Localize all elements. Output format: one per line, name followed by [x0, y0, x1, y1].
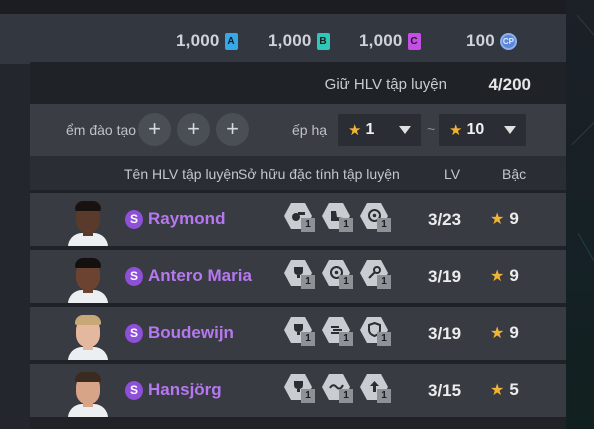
coach-grade: ★ 9 — [490, 323, 519, 343]
coach-row[interactable]: S Boudewijn 1 1 1 3/19 ★ 9 — [30, 307, 566, 360]
trait-icon[interactable]: 1 — [322, 374, 354, 404]
trait-count: 1 — [339, 275, 353, 289]
coach-name: Hansjörg — [148, 380, 222, 399]
table-header: Tên HLV tập luyện Sở hữu đặc tính tập lu… — [30, 156, 566, 190]
tier-badge: S — [125, 381, 143, 400]
currency-b-icon: B — [316, 32, 330, 50]
chevron-down-icon — [504, 126, 516, 134]
coach-row[interactable]: S Hansjörg 1 1 1 3/15 ★ 5 — [30, 364, 566, 417]
filter-bar: ểm đào tạo + + + ếp hạ ★ 1 ~ ★ 10 — [30, 104, 566, 156]
coach-grade-value: 9 — [509, 209, 519, 228]
trait-count: 1 — [301, 389, 315, 403]
tier-badge: S — [125, 324, 143, 343]
star-icon: ★ — [490, 382, 505, 399]
trait-count: 1 — [339, 332, 353, 346]
star-icon: ★ — [490, 211, 505, 228]
star-icon: ★ — [490, 325, 505, 342]
range-separator: ~ — [427, 121, 436, 137]
currency-a-amount: 1,000 — [176, 31, 220, 50]
currency-a: 1,000 A — [176, 31, 238, 51]
trait-icon[interactable]: 1 — [322, 317, 354, 347]
trait-count: 1 — [301, 275, 315, 289]
coach-name: Boudewijn — [148, 323, 234, 342]
trait-count: 1 — [339, 389, 353, 403]
coach-row[interactable]: S Raymond 1 1 1 3/23 ★ 9 — [30, 193, 566, 246]
tier-badge: S — [125, 267, 143, 286]
trait-count: 1 — [377, 389, 391, 403]
coach-avatar — [68, 311, 108, 360]
trait-list: 1 1 1 — [284, 374, 392, 404]
coach-grade-value: 9 — [509, 266, 519, 285]
currency-cp-amount: 100 — [466, 31, 495, 50]
currency-b-amount: 1,000 — [268, 31, 312, 50]
col-header-name: Tên HLV tập luyện — [124, 166, 239, 182]
rank-max-dropdown[interactable]: ★ 10 — [439, 114, 526, 146]
trait-icon[interactable]: 1 — [284, 374, 316, 404]
coach-row[interactable]: S Antero Maria 1 1 1 3/19 ★ 9 — [30, 250, 566, 303]
coach-grade: ★ 9 — [490, 266, 519, 286]
trait-icon[interactable]: 1 — [284, 260, 316, 290]
coach-level: 3/15 — [428, 381, 462, 400]
trait-icon[interactable]: 1 — [322, 203, 354, 233]
coach-avatar — [68, 197, 108, 246]
coach-grade-value: 9 — [509, 323, 519, 342]
cp-coin-icon: CP — [499, 32, 517, 50]
chevron-down-icon — [399, 126, 411, 134]
star-icon: ★ — [449, 122, 463, 139]
coach-grade: ★ 9 — [490, 209, 519, 229]
trait-list: 1 1 1 — [284, 317, 392, 347]
trait-icon[interactable]: 1 — [322, 260, 354, 290]
trait-icon[interactable]: 1 — [360, 203, 392, 233]
coach-avatar — [68, 254, 108, 303]
trait-icon[interactable]: 1 — [360, 260, 392, 290]
currency-c-icon: C — [407, 32, 421, 50]
star-icon: ★ — [490, 268, 505, 285]
coach-grade: ★ 5 — [490, 380, 519, 400]
col-header-lv: LV — [444, 166, 461, 182]
coach-level: 3/19 — [428, 324, 462, 343]
trait-count: 1 — [377, 275, 391, 289]
currency-a-icon: A — [224, 32, 238, 50]
capacity-value: 4/200 — [488, 75, 531, 94]
coach-name: Antero Maria — [148, 266, 252, 285]
background-right — [566, 0, 594, 429]
rank-min-value: 1 — [365, 121, 375, 138]
trait-count: 1 — [301, 332, 315, 346]
currency-c-amount: 1,000 — [359, 31, 403, 50]
col-header-grade: Bậc — [502, 166, 527, 182]
capacity-label: Giữ HLV tập luyện — [324, 76, 447, 93]
currency-c: 1,000 C — [359, 31, 421, 51]
coach-name: Raymond — [148, 209, 226, 228]
currency-cp: 100 CP — [466, 31, 517, 51]
trait-list: 1 1 1 — [284, 203, 392, 233]
trait-icon[interactable]: 1 — [360, 317, 392, 347]
star-icon: ★ — [348, 122, 362, 139]
training-slot-label: ểm đào tạo — [66, 122, 137, 138]
trait-icon[interactable]: 1 — [284, 317, 316, 347]
tier-badge: S — [125, 210, 143, 229]
coach-grade-value: 5 — [509, 380, 519, 399]
background-left — [0, 62, 30, 429]
rank-min-dropdown[interactable]: ★ 1 — [338, 114, 421, 146]
trait-icon[interactable]: 1 — [284, 203, 316, 233]
currency-b: 1,000 B — [268, 31, 330, 51]
currency-bar: 1,000 A 1,000 B 1,000 C 100 CP — [0, 14, 566, 64]
coach-level: 3/19 — [428, 267, 462, 286]
trait-count: 1 — [301, 218, 315, 232]
trait-count: 1 — [377, 218, 391, 232]
capacity-row: Giữ HLV tập luyện 4/200 — [30, 64, 566, 104]
rank-max-value: 10 — [466, 121, 485, 138]
add-slot-button-3[interactable]: + — [216, 113, 249, 146]
add-slot-button-1[interactable]: + — [138, 113, 171, 146]
trait-count: 1 — [377, 332, 391, 346]
add-slot-button-2[interactable]: + — [177, 113, 210, 146]
coach-level: 3/23 — [428, 210, 462, 229]
trait-count: 1 — [339, 218, 353, 232]
trait-icon[interactable]: 1 — [360, 374, 392, 404]
trait-list: 1 1 1 — [284, 260, 392, 290]
coach-avatar — [68, 368, 108, 417]
col-header-traits: Sở hữu đặc tính tập luyện — [238, 166, 400, 182]
rank-filter-label: ếp hạ — [292, 122, 328, 138]
